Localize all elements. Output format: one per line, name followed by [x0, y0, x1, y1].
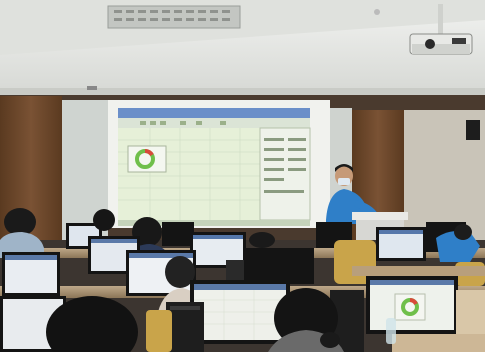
monitor-back-mid	[162, 222, 194, 246]
ceiling-light	[107, 5, 241, 29]
monitor-mid-1	[2, 252, 60, 296]
projected-side-panel	[259, 127, 311, 221]
student-back-4	[249, 232, 275, 248]
face-mask	[338, 178, 350, 185]
monitor-back-right-2	[376, 227, 426, 261]
right-desk	[352, 266, 485, 276]
wall-speaker	[466, 120, 480, 140]
projection-screen	[108, 100, 330, 228]
student-back-2	[93, 209, 115, 231]
chair-yellow-front	[146, 310, 172, 352]
monitor-front-right	[366, 276, 458, 334]
classroom-photo	[0, 0, 485, 352]
photo-canvas	[0, 0, 485, 352]
projected-chart-panel	[127, 145, 167, 173]
water-bottle	[386, 318, 396, 344]
